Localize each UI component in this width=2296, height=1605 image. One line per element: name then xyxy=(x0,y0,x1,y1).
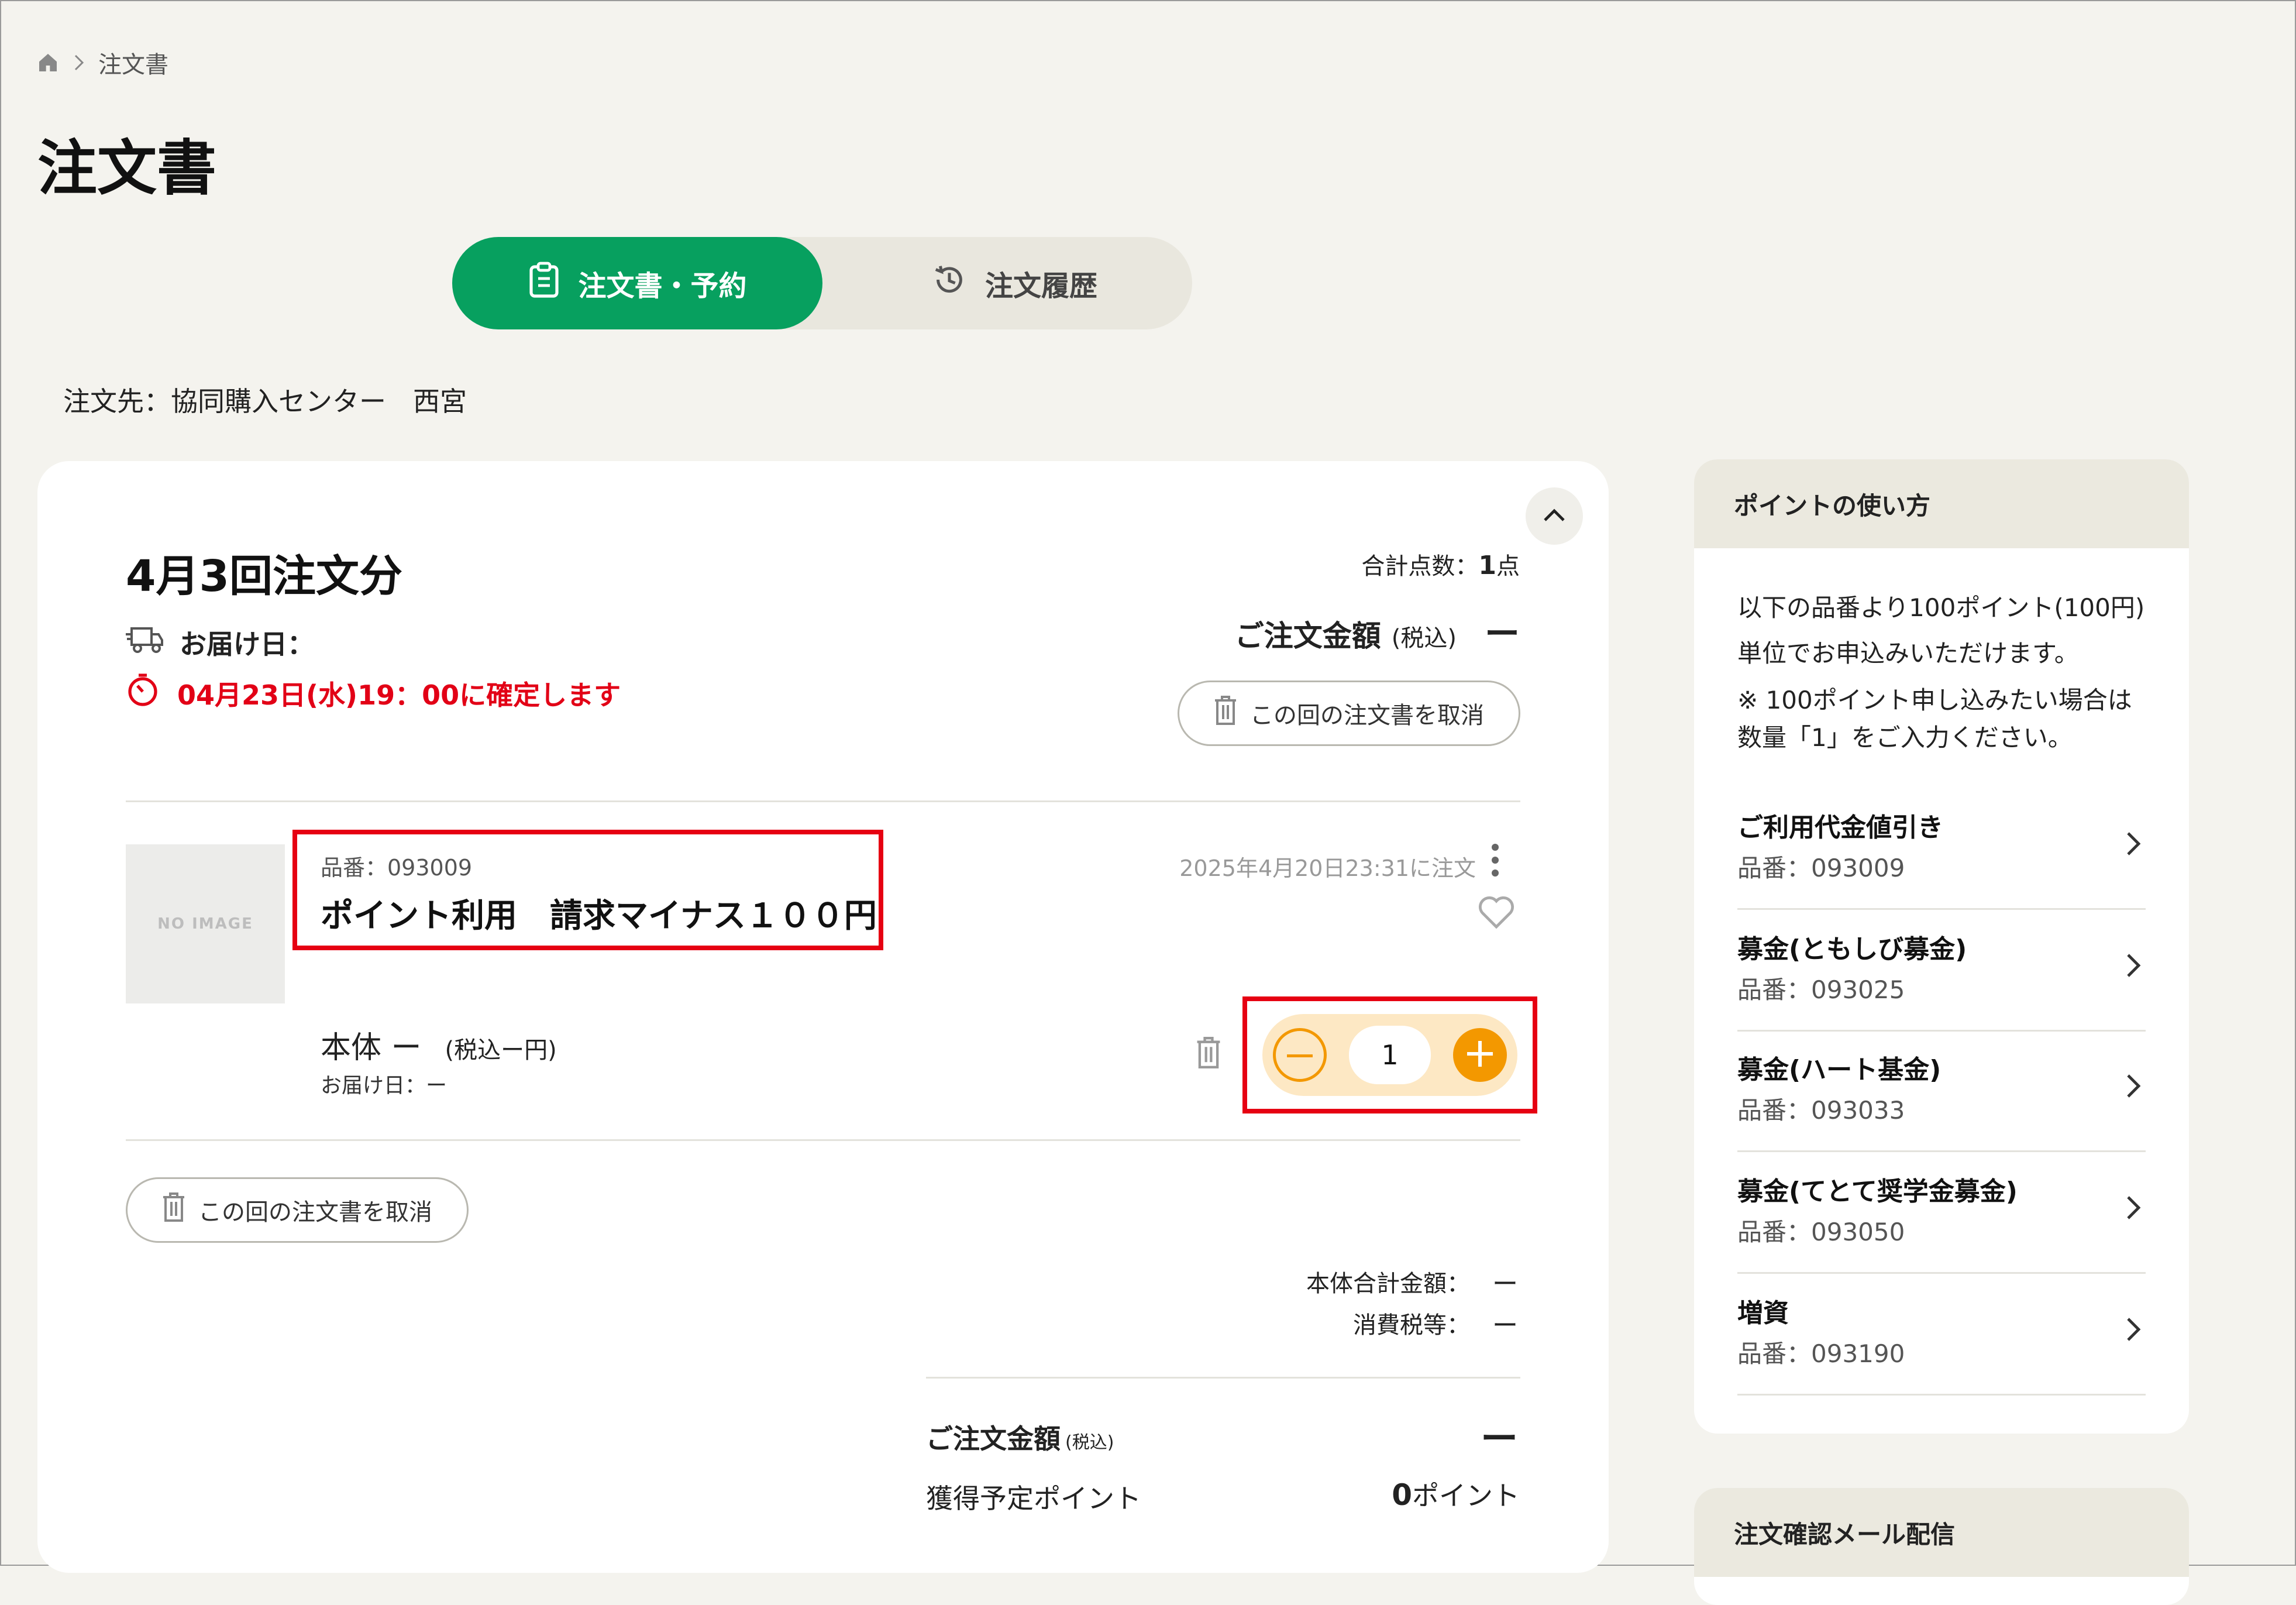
quantity-input[interactable] xyxy=(1349,1026,1431,1084)
order-amount: ご注文金額 (税込) ー xyxy=(1235,606,1520,657)
points-usage-note: ※ 100ポイント申し込みたい場合は数量「1」をご入力ください。 xyxy=(1737,686,2132,752)
delivery-label: お届け日： xyxy=(180,628,314,660)
points-label: 獲得予定ポイント xyxy=(926,1483,1141,1514)
breadcrumb: 注文書 xyxy=(36,46,168,80)
cancel-order-label: この回の注文書を取消 xyxy=(1250,702,1484,729)
points-item-name: 増資 xyxy=(1737,1298,1789,1328)
page-title: 注文書 xyxy=(37,134,216,204)
deadline: 04月23日(水)19：00に確定します xyxy=(126,673,621,713)
base-total-label: 本体合計金額： xyxy=(1306,1270,1470,1297)
final-amount-text: ご注文金額 xyxy=(926,1423,1061,1455)
clipboard-icon xyxy=(528,261,560,305)
chevron-right-icon xyxy=(2126,1073,2141,1101)
order-round-title: 4月3回注文分 xyxy=(126,551,402,602)
order-amount-value: ー xyxy=(1485,614,1520,655)
delivery-date: お届け日： xyxy=(126,623,314,662)
points-usage-description: 以下の品番より100ポイント(100円)単位でお申込みいただけます。 xyxy=(1737,593,2145,668)
final-amount-tax-note: (税込) xyxy=(1065,1432,1114,1453)
tab-order-form-label: 注文書・予約 xyxy=(578,270,747,303)
heart-icon[interactable] xyxy=(1478,895,1515,932)
mail-notification-title: 注文確認メール配信 xyxy=(1694,1488,2189,1577)
trash-icon xyxy=(162,1192,185,1228)
ordered-at: 2025年4月20日23:31に注文 xyxy=(1179,855,1476,881)
item-delivery-date: お届け日：ー xyxy=(321,1074,448,1098)
increment-button[interactable] xyxy=(1453,1028,1507,1082)
points-item[interactable]: 募金(ともしび募金) 品番：093025 xyxy=(1737,912,2146,1032)
chevron-right-icon xyxy=(2126,1195,2141,1223)
points-item-name: 募金(ハート基金) xyxy=(1737,1055,1942,1085)
item-delete-button[interactable] xyxy=(1196,1037,1221,1071)
trash-icon xyxy=(1214,696,1237,731)
plus-icon xyxy=(1467,1041,1493,1069)
points-item[interactable]: 増資 品番：093190 xyxy=(1737,1276,2146,1396)
tab-order-form[interactable]: 注文書・予約 xyxy=(452,237,822,329)
home-icon[interactable] xyxy=(36,51,60,74)
tab-order-history-label: 注文履歴 xyxy=(985,270,1097,303)
cancel-order-label: この回の注文書を取消 xyxy=(198,1199,432,1226)
history-icon xyxy=(931,262,968,305)
points-usage-title: ポイントの使い方 xyxy=(1694,459,2189,548)
points-item-name: ご利用代金値引き xyxy=(1737,813,1943,843)
base-total-value: ー xyxy=(1492,1269,1518,1299)
product-code: 品番：093009 xyxy=(321,855,473,881)
points-item-code: 品番：093025 xyxy=(1737,975,1905,1004)
chevron-right-icon xyxy=(73,54,85,71)
chevron-right-icon xyxy=(2126,831,2141,859)
total-count-label: 合計点数： xyxy=(1361,553,1479,580)
deadline-text: 04月23日(水)19：00に確定します xyxy=(177,679,621,711)
tab-order-history[interactable]: 注文履歴 xyxy=(837,237,1192,329)
timer-icon xyxy=(126,673,160,713)
points-number: 0 xyxy=(1392,1478,1412,1512)
chevron-right-icon xyxy=(2126,1317,2141,1345)
points-item[interactable]: ご利用代金値引き 品番：093009 xyxy=(1737,790,2146,910)
item-price-main: 本体 ー xyxy=(321,1030,422,1066)
tax-label: 消費税等： xyxy=(1353,1312,1470,1339)
item-price-tax: (税込ー円) xyxy=(445,1037,557,1064)
divider xyxy=(126,1139,1520,1141)
order-amount-tax-note: (税込) xyxy=(1391,625,1457,652)
divider xyxy=(126,800,1520,802)
minus-icon xyxy=(1287,1050,1313,1061)
order-amount-label: ご注文金額 xyxy=(1234,619,1381,653)
trash-icon xyxy=(1196,1037,1221,1071)
product-image-placeholder: NO IMAGE xyxy=(126,844,285,1003)
points-item-code: 品番：093033 xyxy=(1737,1096,1905,1125)
cancel-order-button-top[interactable]: この回の注文書を取消 xyxy=(1178,681,1520,746)
divider xyxy=(926,1377,1520,1379)
points-item-code: 品番：093190 xyxy=(1737,1339,1905,1368)
total-count-value: 1 xyxy=(1478,551,1496,580)
cancel-order-button-bottom[interactable]: この回の注文書を取消 xyxy=(126,1177,469,1243)
chevron-right-icon xyxy=(2126,953,2141,981)
total-count-unit: 点 xyxy=(1496,553,1520,580)
order-destination: 注文先：協同購入センター 西宮 xyxy=(63,386,467,417)
final-amount-value: ー xyxy=(1481,1418,1518,1461)
points-item-name: 募金(てとて奨学金募金) xyxy=(1737,1177,2018,1207)
points-unit: ポイント xyxy=(1412,1480,1520,1511)
total-count: 合計点数：1点 xyxy=(1361,547,1520,581)
points-item[interactable]: 募金(てとて奨学金募金) 品番：093050 xyxy=(1737,1154,2146,1274)
points-item[interactable]: 募金(ハート基金) 品番：093033 xyxy=(1737,1032,2146,1152)
truck-icon xyxy=(126,625,164,661)
points-item-code: 品番：093009 xyxy=(1737,854,1905,882)
points-item-code: 品番：093050 xyxy=(1737,1218,1905,1246)
breadcrumb-current: 注文書 xyxy=(98,51,168,78)
quantity-stepper xyxy=(1262,1014,1517,1096)
decrement-button[interactable] xyxy=(1273,1028,1327,1082)
chevron-up-icon xyxy=(1543,507,1566,525)
points-value: 0ポイント xyxy=(1392,1475,1520,1513)
item-price: 本体 ー (税込ー円) xyxy=(321,1023,557,1067)
product-name[interactable]: ポイント利用 請求マイナス１００円 xyxy=(321,889,877,937)
more-vertical-icon[interactable] xyxy=(1489,843,1501,880)
final-amount-label: ご注文金額 (税込) xyxy=(926,1418,1114,1456)
points-item-name: 募金(ともしび募金) xyxy=(1737,934,1967,964)
tax-value: ー xyxy=(1492,1311,1518,1341)
collapse-button[interactable] xyxy=(1526,487,1583,545)
